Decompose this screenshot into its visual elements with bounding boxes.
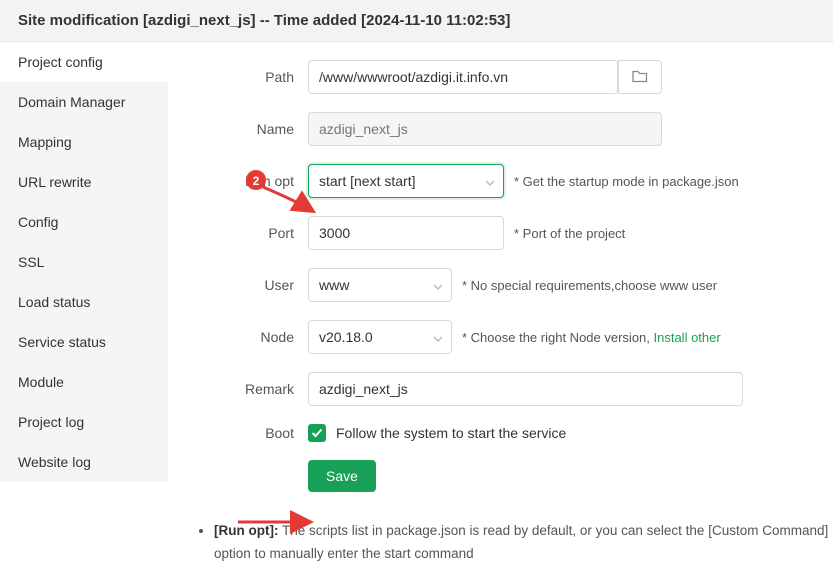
sidebar-item-project-config[interactable]: Project config xyxy=(0,42,168,82)
node-select[interactable]: v20.18.0 xyxy=(308,320,452,354)
name-input xyxy=(308,112,662,146)
label-runopt: Run opt xyxy=(168,173,308,189)
install-other-link[interactable]: Install other xyxy=(654,330,721,345)
port-input[interactable] xyxy=(308,216,504,250)
sidebar-item-config[interactable]: Config xyxy=(0,202,168,242)
runopt-value: start [next start] xyxy=(319,173,415,189)
folder-icon xyxy=(632,69,648,86)
notes: [Run opt]: The scripts list in package.j… xyxy=(196,520,833,566)
chevron-down-icon xyxy=(433,329,443,345)
sidebar: Project config Domain Manager Mapping UR… xyxy=(0,42,168,586)
label-boot: Boot xyxy=(168,425,308,441)
path-input[interactable] xyxy=(308,60,618,94)
label-port: Port xyxy=(168,225,308,241)
remark-input[interactable] xyxy=(308,372,743,406)
boot-checkbox[interactable] xyxy=(308,424,326,442)
chevron-down-icon xyxy=(433,277,443,293)
sidebar-item-domain-manager[interactable]: Domain Manager xyxy=(0,82,168,122)
content-panel: Path Name Run opt xyxy=(168,42,833,586)
browse-folder-button[interactable] xyxy=(618,60,662,94)
label-name: Name xyxy=(168,121,308,137)
node-hint: * Choose the right Node version, Install… xyxy=(462,330,721,345)
node-value: v20.18.0 xyxy=(319,329,373,345)
page-title: Site modification [azdigi_next_js] -- Ti… xyxy=(0,0,833,42)
label-user: User xyxy=(168,277,308,293)
sidebar-item-mapping[interactable]: Mapping xyxy=(0,122,168,162)
label-path: Path xyxy=(168,69,308,85)
sidebar-item-website-log[interactable]: Website log xyxy=(0,442,168,482)
sidebar-item-project-log[interactable]: Project log xyxy=(0,402,168,442)
sidebar-item-module[interactable]: Module xyxy=(0,362,168,402)
check-icon xyxy=(311,425,323,441)
user-hint: * No special requirements,choose www use… xyxy=(462,278,717,293)
sidebar-item-load-status[interactable]: Load status xyxy=(0,282,168,322)
sidebar-item-ssl[interactable]: SSL xyxy=(0,242,168,282)
runopt-select[interactable]: start [next start] xyxy=(308,164,504,198)
sidebar-item-service-status[interactable]: Service status xyxy=(0,322,168,362)
sidebar-item-url-rewrite[interactable]: URL rewrite xyxy=(0,162,168,202)
port-hint: * Port of the project xyxy=(514,226,625,241)
label-remark: Remark xyxy=(168,381,308,397)
note-runopt: [Run opt]: The scripts list in package.j… xyxy=(214,520,833,566)
save-button[interactable]: Save xyxy=(308,460,376,492)
user-value: www xyxy=(319,277,349,293)
label-node: Node xyxy=(168,329,308,345)
chevron-down-icon xyxy=(485,173,495,189)
runopt-hint: * Get the startup mode in package.json xyxy=(514,174,739,189)
boot-text: Follow the system to start the service xyxy=(336,425,566,441)
user-select[interactable]: www xyxy=(308,268,452,302)
